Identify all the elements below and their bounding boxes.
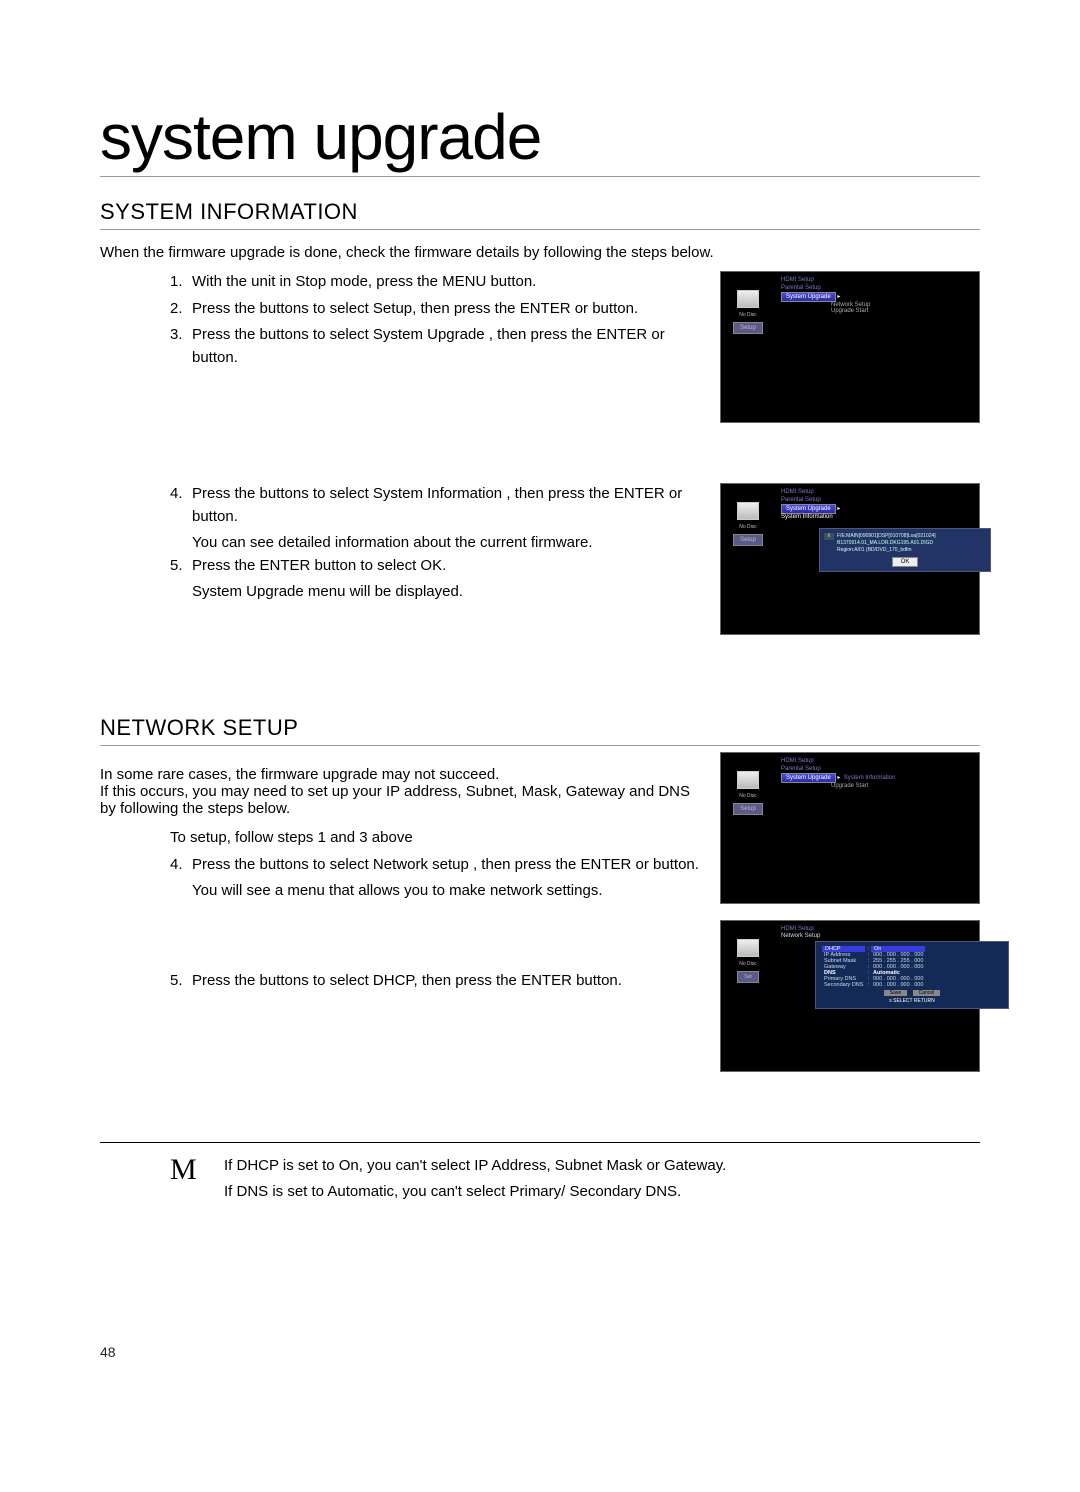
substep-text: System Upgrade menu will be displayed. bbox=[192, 581, 700, 604]
menu-item: HDMI Setup bbox=[781, 276, 973, 284]
nodisc-label: No Disc bbox=[739, 961, 757, 967]
menu-item: HDMI Setup bbox=[781, 488, 973, 496]
section-heading-sysinfo: SYSTEM INFORMATION bbox=[100, 199, 980, 230]
step-text: Press the buttons to select Network setu… bbox=[192, 854, 699, 877]
sysinfo-popup: iF/E:MAIN[090901]DSP[010708]Loa[021024] … bbox=[819, 528, 991, 572]
step-num: 4. bbox=[170, 483, 192, 528]
setup-tab: Setup bbox=[733, 803, 763, 815]
menu-item-active: System Upgrade bbox=[781, 504, 836, 514]
menu-screenshot-1: No Disc Setup HDMI Setup Parental Setup … bbox=[720, 271, 980, 423]
footer-hint: s SELECT RETURN bbox=[822, 998, 1002, 1004]
photo-icon bbox=[737, 771, 759, 789]
step-text: With the unit in Stop mode, press the ME… bbox=[192, 271, 536, 294]
substep-text: You can see detailed information about t… bbox=[192, 532, 700, 555]
step-text: Press the ENTER button to select OK. bbox=[192, 555, 446, 578]
nodisc-label: No Disc bbox=[739, 793, 757, 799]
step-num: 1. bbox=[170, 271, 192, 294]
menu-item-active: System Upgrade bbox=[781, 773, 836, 783]
menu-screenshot-4: No Disc Set HDMI Setup Network Setup DHC… bbox=[720, 920, 980, 1072]
photo-icon bbox=[737, 502, 759, 520]
note-line: If DHCP is set to On, you can't select I… bbox=[224, 1153, 980, 1179]
menu-subitem: System Information bbox=[781, 514, 973, 520]
intro-text: In some rare cases, the ﬁrmware upgrade … bbox=[100, 766, 700, 783]
note-line: If DNS is set to Automatic, you can't se… bbox=[224, 1179, 980, 1205]
menu-item: HDMI Setup bbox=[781, 757, 973, 765]
menu-item: Parental Setup bbox=[781, 765, 973, 773]
step-num: 5. bbox=[170, 555, 192, 578]
step-text: Press the buttons to select System Upgra… bbox=[192, 324, 700, 369]
menu-subitem: Upgrade Start bbox=[831, 783, 973, 789]
nodisc-label: No Disc bbox=[739, 524, 757, 530]
note-icon: M bbox=[100, 1153, 200, 1204]
setup-tab: Setup bbox=[733, 322, 763, 334]
page-number: 48 bbox=[100, 1344, 116, 1360]
section-heading-network: NETWORK SETUP bbox=[100, 715, 980, 746]
save-button: Save bbox=[884, 990, 907, 996]
menu-item-active: System Upgrade bbox=[781, 292, 836, 302]
network-popup: DHCP:On IP Address:000 . 000 . 000 . 000… bbox=[815, 941, 1009, 1009]
step-text: To setup, follow steps 1 and 3 above bbox=[170, 827, 700, 850]
menu-item: Parental Setup bbox=[781, 496, 973, 504]
step-text: Press the buttons to select System Infor… bbox=[192, 483, 700, 528]
menu-subitem: Upgrade Start bbox=[831, 308, 973, 314]
net-title: Network Setup bbox=[781, 933, 973, 939]
page-title: system upgrade bbox=[100, 100, 980, 177]
nodisc-label: No Disc bbox=[739, 312, 757, 318]
cancel-button: Cancel bbox=[913, 990, 941, 996]
intro-text: If this occurs, you may need to set up y… bbox=[100, 783, 700, 817]
photo-icon bbox=[737, 290, 759, 308]
photo-icon bbox=[737, 939, 759, 957]
menu-screenshot-3: No Disc Setup HDMI Setup Parental Setup … bbox=[720, 752, 980, 904]
intro-text: When the ﬁrmware upgrade is done, check … bbox=[100, 244, 980, 261]
step-num: 3. bbox=[170, 324, 192, 369]
setup-tab: Setup bbox=[733, 534, 763, 546]
substep-text: You will see a menu that allows you to m… bbox=[192, 880, 700, 903]
step-num: 4. bbox=[170, 854, 192, 877]
menu-item: HDMI Setup bbox=[781, 925, 973, 933]
menu-screenshot-2: No Disc Setup HDMI Setup Parental Setup … bbox=[720, 483, 980, 635]
menu-item: Parental Setup bbox=[781, 284, 973, 292]
step-num: 5. bbox=[170, 970, 192, 993]
setup-tab: Set bbox=[737, 971, 759, 983]
step-text: Press the buttons to select Setup, then … bbox=[192, 298, 638, 321]
step-text: Press the buttons to select DHCP, then p… bbox=[192, 970, 622, 993]
step-num: 2. bbox=[170, 298, 192, 321]
ok-button: OK bbox=[892, 557, 919, 567]
